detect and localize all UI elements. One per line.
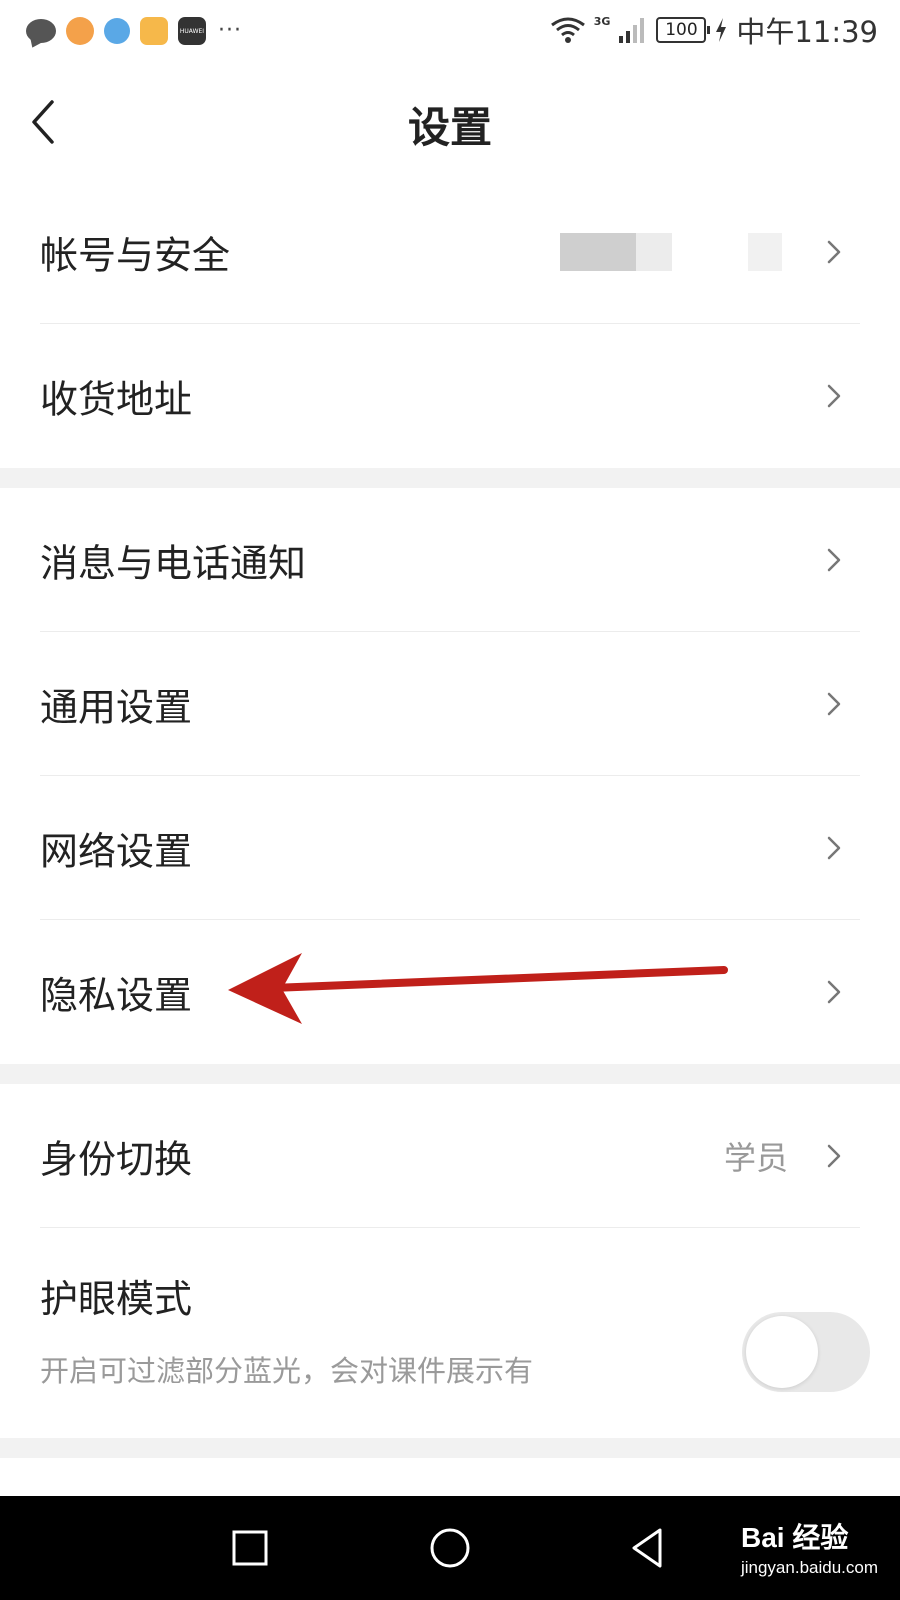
item-label: 消息与电话通知 (40, 541, 307, 586)
page-header: 设置 (0, 62, 900, 186)
current-identity-value: 学员 (723, 1139, 788, 1177)
identity-group: 身份切换 学员 护眼模式 开启可过滤部分蓝光，会对课件展示有 (0, 1084, 900, 1438)
item-label: 隐私设置 (40, 973, 193, 1018)
huawei-store-icon: HUAWEI (178, 17, 206, 45)
notes-app-icon (140, 17, 168, 45)
chevron-right-icon (827, 384, 841, 408)
item-label: 收货地址 (40, 377, 193, 422)
system-status: 3G 100 中午11:39 (550, 12, 878, 49)
network-type: 3G (593, 14, 611, 28)
chevron-right-icon (827, 548, 841, 572)
browser-icon (104, 18, 130, 44)
settings-item-notifications[interactable]: 消息与电话通知 (0, 488, 900, 632)
settings-item-shipping-address[interactable]: 收货地址 (0, 324, 900, 468)
item-label: 通用设置 (40, 685, 193, 730)
section-gap (0, 468, 900, 488)
settings-item-privacy[interactable]: 隐私设置 (0, 920, 900, 1064)
baidu-jingyan-watermark: Bai 经验 jingyan.baidu.com (741, 1516, 878, 1578)
settings-item-identity-switch[interactable]: 身份切换 学员 (0, 1084, 900, 1228)
clock: 中午11:39 (736, 15, 878, 49)
app-cow-icon (66, 17, 94, 45)
watermark-brand: Bai 经验 (740, 1522, 849, 1553)
eye-mode-label: 护眼模式 (40, 1277, 193, 1321)
settings-item-eye-mode: 护眼模式 开启可过滤部分蓝光，会对课件展示有 (0, 1228, 900, 1440)
page-title: 设置 (407, 103, 492, 152)
chevron-right-icon (827, 836, 841, 860)
more-notifications-icon: ··· (218, 18, 242, 43)
eye-mode-description: 开启可过滤部分蓝光，会对课件展示有 (40, 1354, 534, 1388)
section-gap (0, 1064, 900, 1084)
message-icon (26, 19, 56, 43)
settings-item-network[interactable]: 网络设置 (0, 776, 900, 920)
redacted-account-info-secondary (748, 233, 782, 271)
settings-group: 消息与电话通知 通用设置 网络设置 隐私设置 (0, 488, 900, 1064)
chevron-right-icon (827, 692, 841, 716)
system-nav-bar: Bai 经验 jingyan.baidu.com (0, 1496, 900, 1600)
chevron-right-icon (827, 980, 841, 1004)
notification-icons: HUAWEI ··· (26, 16, 242, 46)
chevron-right-icon (827, 1144, 841, 1168)
battery-indicator: 100 (656, 17, 711, 43)
wifi-icon (550, 17, 585, 43)
item-label: 网络设置 (40, 829, 193, 874)
account-group: 帐号与安全 收货地址 (0, 180, 900, 468)
toggle-knob (746, 1316, 818, 1388)
status-bar: HUAWEI ··· 3G 100 中午11:39 (0, 0, 900, 62)
section-gap (0, 1438, 900, 1458)
item-label: 帐号与安全 (40, 233, 231, 278)
back-nav-icon[interactable] (626, 1526, 670, 1570)
signal-icon (619, 18, 645, 43)
redacted-account-info (560, 233, 672, 271)
charging-icon (716, 18, 727, 42)
recent-apps-icon[interactable] (228, 1526, 272, 1570)
chevron-right-icon (827, 240, 841, 264)
item-label: 身份切换 (40, 1137, 193, 1182)
eye-mode-toggle[interactable] (742, 1312, 870, 1392)
home-icon[interactable] (428, 1526, 472, 1570)
next-group-partial (0, 1458, 900, 1496)
watermark-url: jingyan.baidu.com (740, 1558, 878, 1577)
settings-item-account-security[interactable]: 帐号与安全 (0, 180, 900, 324)
settings-item-general[interactable]: 通用设置 (0, 632, 900, 776)
